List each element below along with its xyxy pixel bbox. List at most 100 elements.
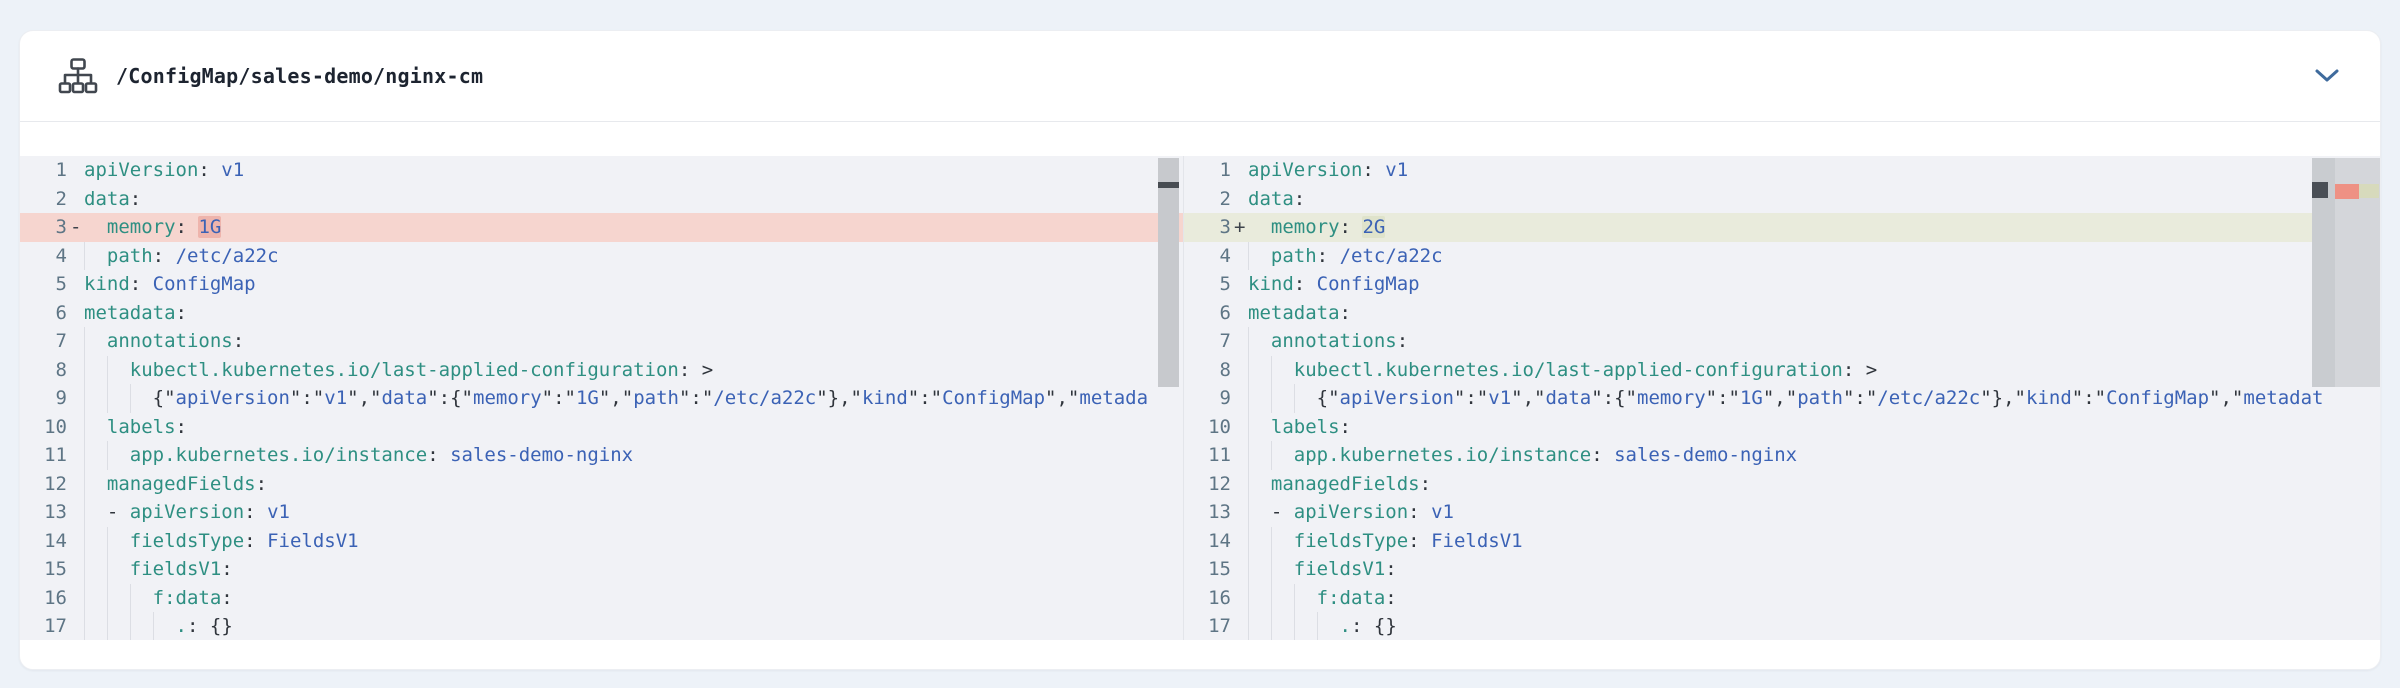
- line-number: 13: [20, 498, 67, 527]
- code-text: {"apiVersion":"v1","data":{"memory":"1G"…: [84, 384, 1183, 413]
- code-text: data:: [84, 185, 1183, 214]
- code-text: metadata:: [1248, 299, 2380, 328]
- code-text: app.kubernetes.io/instance: sales-demo-n…: [84, 441, 1183, 470]
- code-text: kind: ConfigMap: [1248, 270, 2380, 299]
- code-text: - apiVersion: v1: [84, 498, 1183, 527]
- resource-diff-card: /ConfigMap/sales-demo/nginx-cm 1apiVersi…: [19, 30, 2381, 670]
- line-number: 8: [20, 356, 67, 385]
- code-line: 17 .: {}: [20, 612, 1183, 640]
- line-number: 3: [20, 213, 67, 242]
- line-number: 9: [20, 384, 67, 413]
- code-text: labels:: [1248, 413, 2380, 442]
- code-line: 10 labels:: [1184, 413, 2380, 442]
- code-line: 4 path: /etc/a22c: [1184, 242, 2380, 271]
- line-number: 9: [1184, 384, 1231, 413]
- line-number: 5: [20, 270, 67, 299]
- line-number: 2: [1184, 185, 1231, 214]
- code-line: 3- memory: 1G: [20, 213, 1183, 242]
- added-line-sign: +: [1234, 213, 1245, 242]
- line-number: 11: [20, 441, 67, 470]
- line-number: 8: [1184, 356, 1231, 385]
- code-text: labels:: [84, 413, 1183, 442]
- code-text: .: {}: [1248, 612, 2380, 640]
- code-line: 16 f:data:: [20, 584, 1183, 613]
- code-line: 9 {"apiVersion":"v1","data":{"memory":"1…: [1184, 384, 2380, 413]
- line-number: 14: [1184, 527, 1231, 556]
- diff-pane-original[interactable]: 1apiVersion: v12data:3- memory: 1G4 path…: [20, 156, 1184, 640]
- code-line: 2 data:: [1184, 185, 2380, 214]
- overview-ruler-lane: [2335, 158, 2380, 387]
- code-text: f:data:: [84, 584, 1183, 613]
- code-text: - apiVersion: v1: [1248, 498, 2380, 527]
- sitemap-icon: [58, 58, 98, 94]
- code-line: 5kind: ConfigMap: [20, 270, 1183, 299]
- line-number: 14: [20, 527, 67, 556]
- code-line: 7 annotations:: [1184, 327, 2380, 356]
- code-line: 14 fieldsType: FieldsV1: [20, 527, 1183, 556]
- ruler-removed-mark: [2335, 184, 2359, 199]
- line-number: 4: [1184, 242, 1231, 271]
- page: /ConfigMap/sales-demo/nginx-cm 1apiVersi…: [0, 0, 2400, 688]
- line-number: 12: [1184, 470, 1231, 499]
- line-number: 10: [20, 413, 67, 442]
- code-text: apiVersion: v1: [84, 156, 1183, 185]
- overview-ruler[interactable]: [2312, 158, 2380, 387]
- diff-pane-modified[interactable]: 1 apiVersion: v1 2 data:3+ memory: 2G4 path…: [1184, 156, 2380, 640]
- code-line: 10 labels:: [20, 413, 1183, 442]
- code-line: 13 - apiVersion: v1: [20, 498, 1183, 527]
- code-text: managedFields:: [84, 470, 1183, 499]
- code-text: app.kubernetes.io/instance: sales-demo-n…: [1248, 441, 2380, 470]
- code-text: metadata:: [84, 299, 1183, 328]
- code-line: 8 kubectl.kubernetes.io/last-applied-con…: [1184, 356, 2380, 385]
- code-text: fieldsType: FieldsV1: [84, 527, 1183, 556]
- line-number: 17: [1184, 612, 1231, 640]
- code-text: path: /etc/a22c: [1248, 242, 2380, 271]
- line-number: 16: [20, 584, 67, 613]
- code-text: memory: 1G: [84, 213, 1183, 242]
- code-line: 12 managedFields:: [20, 470, 1183, 499]
- code-text: {"apiVersion":"v1","data":{"memory":"1G"…: [1248, 384, 2380, 413]
- code-line: 15 fieldsV1:: [20, 555, 1183, 584]
- original-scrollbar-thumb[interactable]: [1158, 158, 1179, 387]
- code-text: annotations:: [1248, 327, 2380, 356]
- code-line: 15 fieldsV1:: [1184, 555, 2380, 584]
- code-line: 5 kind: ConfigMap: [1184, 270, 2380, 299]
- resource-path-title: /ConfigMap/sales-demo/nginx-cm: [116, 64, 483, 88]
- code-text: fieldsV1:: [84, 555, 1183, 584]
- card-header: /ConfigMap/sales-demo/nginx-cm: [20, 31, 2380, 121]
- code-line: 2 data:: [20, 185, 1183, 214]
- code-line: 16 f:data:: [1184, 584, 2380, 613]
- chevron-down-icon[interactable]: [2314, 68, 2340, 84]
- modified-scrollbar-change-mark: [2312, 182, 2328, 198]
- diff-editor: 1apiVersion: v12data:3- memory: 1G4 path…: [20, 156, 2380, 640]
- code-line: 4 path: /etc/a22c: [20, 242, 1183, 271]
- line-number: 12: [20, 470, 67, 499]
- code-text: apiVersion: v1: [1248, 156, 2380, 185]
- line-number: 11: [1184, 441, 1231, 470]
- code-line: 3+ memory: 2G: [1184, 213, 2380, 242]
- line-number: 1: [1184, 156, 1231, 185]
- code-text: managedFields:: [1248, 470, 2380, 499]
- line-number: 16: [1184, 584, 1231, 613]
- line-number: 15: [20, 555, 67, 584]
- code-text: data:: [1248, 185, 2380, 214]
- code-text: fieldsType: FieldsV1: [1248, 527, 2380, 556]
- code-text: fieldsV1:: [1248, 555, 2380, 584]
- code-line: 6metadata:: [20, 299, 1183, 328]
- line-number: 10: [1184, 413, 1231, 442]
- code-line: 8 kubectl.kubernetes.io/last-applied-con…: [20, 356, 1183, 385]
- line-number: 7: [1184, 327, 1231, 356]
- code-line: 13 - apiVersion: v1: [1184, 498, 2380, 527]
- line-number: 6: [1184, 299, 1231, 328]
- line-number: 13: [1184, 498, 1231, 527]
- code-text: path: /etc/a22c: [84, 242, 1183, 271]
- line-number: 3: [1184, 213, 1231, 242]
- line-number: 1: [20, 156, 67, 185]
- header-divider: [20, 121, 2380, 122]
- code-line: 17 .: {}: [1184, 612, 2380, 640]
- line-number: 5: [1184, 270, 1231, 299]
- line-number: 2: [20, 185, 67, 214]
- modified-scrollbar-thumb[interactable]: [2312, 158, 2335, 387]
- code-text: .: {}: [84, 612, 1183, 640]
- removed-line-sign: -: [70, 213, 81, 242]
